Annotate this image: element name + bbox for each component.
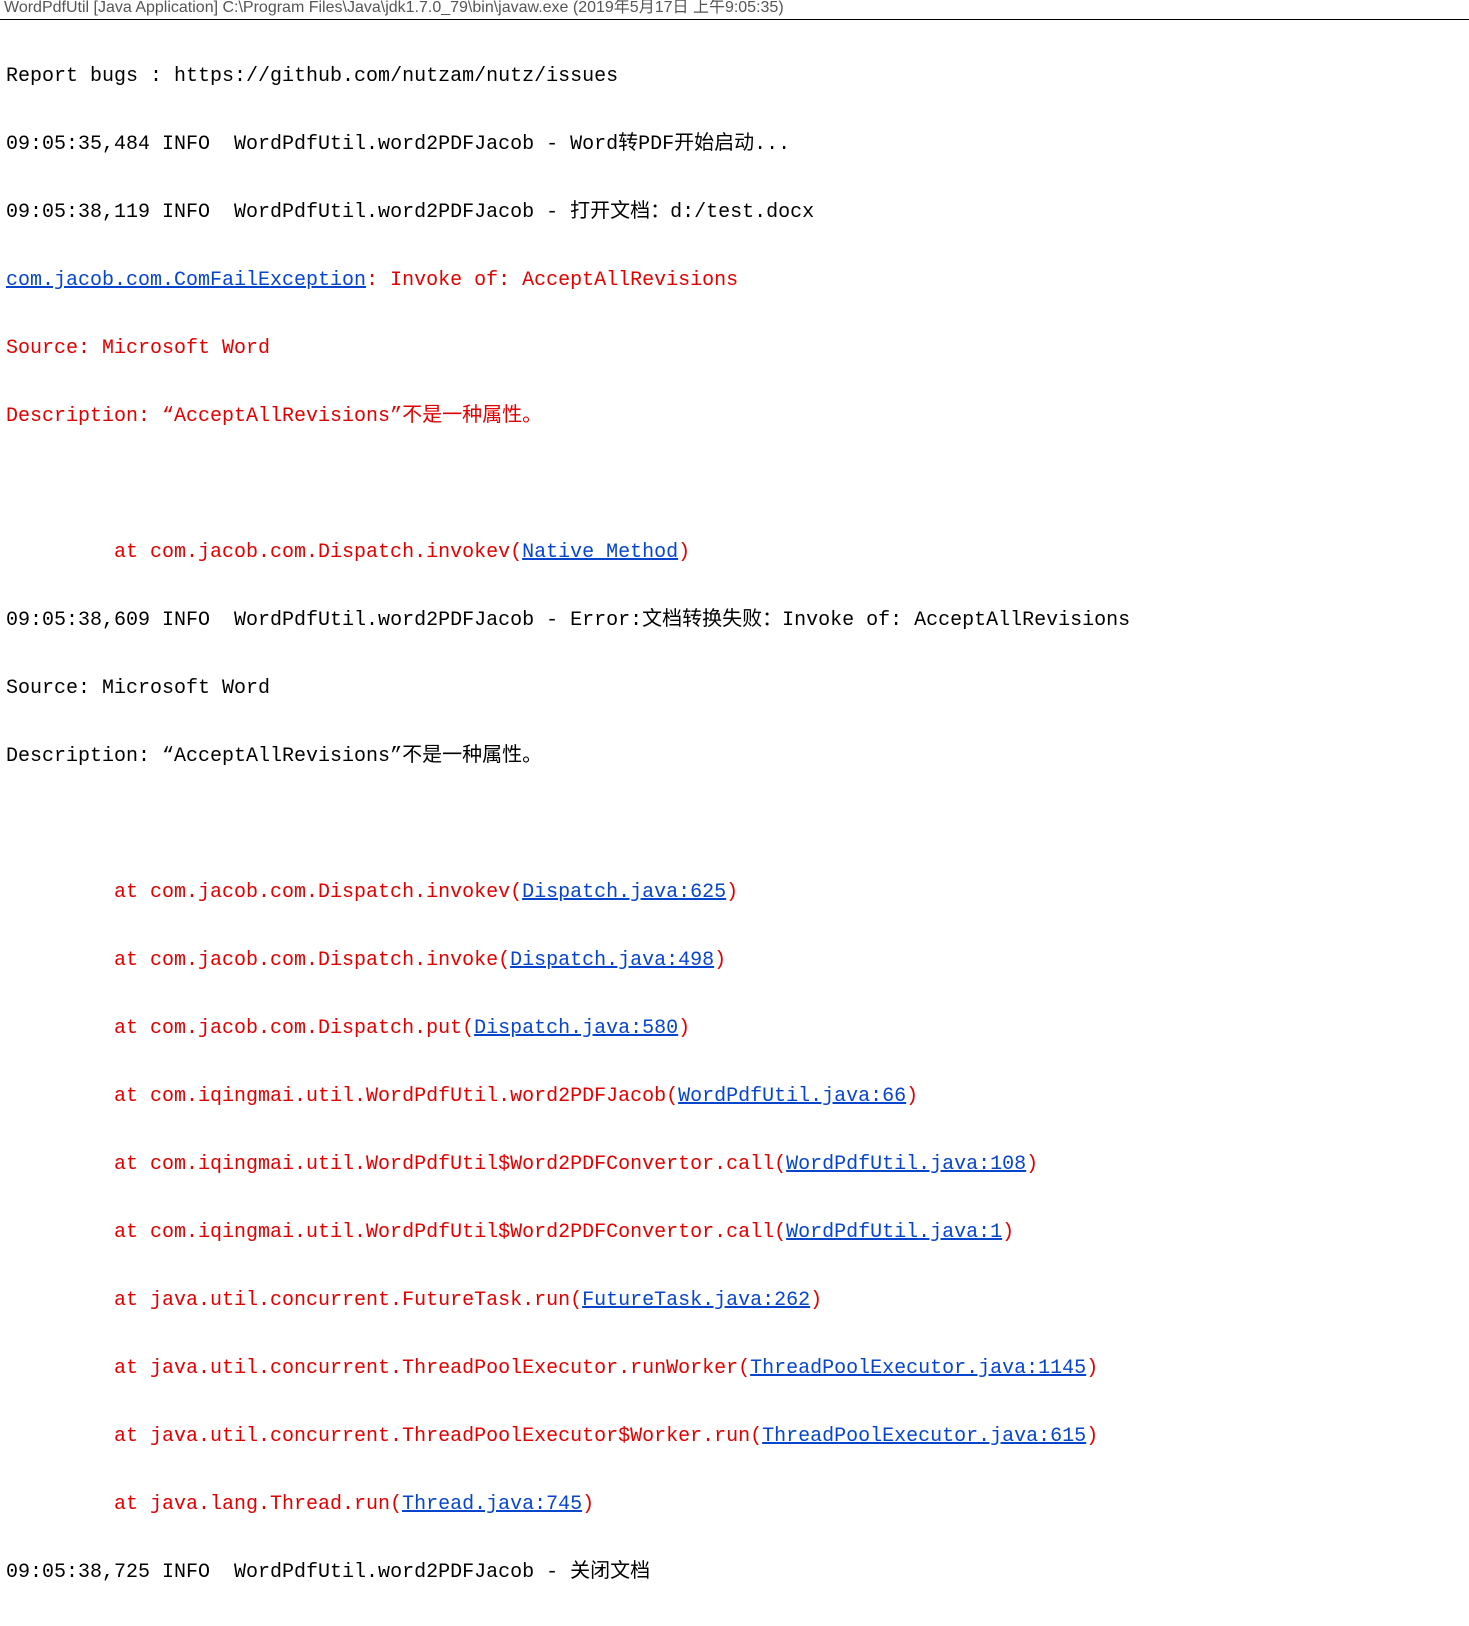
- exception-class-link[interactable]: com.jacob.com.ComFailException: [6, 269, 366, 292]
- source-link[interactable]: FutureTask.java:262: [582, 1289, 810, 1312]
- stack-suffix: ): [1086, 1425, 1098, 1448]
- stack-frame: at com.iqingmai.util.WordPdfUtil.word2PD…: [6, 1080, 1463, 1114]
- source-link[interactable]: WordPdfUtil.java:66: [678, 1085, 906, 1108]
- stack-suffix: ): [714, 949, 726, 972]
- source-link[interactable]: WordPdfUtil.java:1: [786, 1221, 1002, 1244]
- source-link[interactable]: Thread.java:745: [402, 1493, 582, 1516]
- console-output[interactable]: Report bugs : https://github.com/nutzam/…: [0, 20, 1469, 1626]
- exception-desc: Description: “AcceptAllRevisions”不是一种属性。: [6, 400, 1463, 434]
- log-line: Report bugs : https://github.com/nutzam/…: [6, 60, 1463, 94]
- source-link[interactable]: Dispatch.java:498: [510, 949, 714, 972]
- stack-suffix: ): [678, 541, 690, 564]
- source-link[interactable]: Dispatch.java:625: [522, 881, 726, 904]
- stack-frame: at com.jacob.com.Dispatch.put(Dispatch.j…: [6, 1012, 1463, 1046]
- log-line: Description: “AcceptAllRevisions”不是一种属性。: [6, 740, 1463, 774]
- stack-suffix: ): [906, 1085, 918, 1108]
- stack-prefix: at com.jacob.com.Dispatch.invokev(: [114, 541, 522, 564]
- stack-prefix: at java.util.concurrent.FutureTask.run(: [114, 1289, 582, 1312]
- stack-suffix: ): [1002, 1221, 1014, 1244]
- stack-suffix: ): [1026, 1153, 1038, 1176]
- stack-frame: at java.util.concurrent.FutureTask.run(F…: [6, 1284, 1463, 1318]
- source-link[interactable]: ThreadPoolExecutor.java:615: [762, 1425, 1086, 1448]
- stack-prefix: at com.iqingmai.util.WordPdfUtil$Word2PD…: [114, 1153, 786, 1176]
- stack-suffix: ): [726, 881, 738, 904]
- stack-prefix: at com.jacob.com.Dispatch.put(: [114, 1017, 474, 1040]
- stack-prefix: at com.jacob.com.Dispatch.invokev(: [114, 881, 522, 904]
- log-line: Source: Microsoft Word: [6, 672, 1463, 706]
- stack-prefix: at java.lang.Thread.run(: [114, 1493, 402, 1516]
- stack-frame: at com.jacob.com.Dispatch.invoke(Dispatc…: [6, 944, 1463, 978]
- source-link[interactable]: Dispatch.java:580: [474, 1017, 678, 1040]
- stack-suffix: ): [1086, 1357, 1098, 1380]
- log-line: 09:05:38,119 INFO WordPdfUtil.word2PDFJa…: [6, 196, 1463, 230]
- stack-prefix: at com.iqingmai.util.WordPdfUtil.word2PD…: [114, 1085, 678, 1108]
- blank-line: [6, 468, 1463, 502]
- log-line: 09:05:38,609 INFO WordPdfUtil.word2PDFJa…: [6, 604, 1463, 638]
- stack-frame: at com.jacob.com.Dispatch.invokev(Dispat…: [6, 876, 1463, 910]
- console-title-bar: WordPdfUtil [Java Application] C:\Progra…: [0, 0, 1469, 20]
- blank-line: [6, 808, 1463, 842]
- stack-suffix: ): [582, 1493, 594, 1516]
- stack-frame: at com.jacob.com.Dispatch.invokev(Native…: [6, 536, 1463, 570]
- stack-suffix: ): [810, 1289, 822, 1312]
- exception-line: com.jacob.com.ComFailException: Invoke o…: [6, 264, 1463, 298]
- stack-prefix: at com.iqingmai.util.WordPdfUtil$Word2PD…: [114, 1221, 786, 1244]
- stack-frame: at java.util.concurrent.ThreadPoolExecut…: [6, 1420, 1463, 1454]
- stack-suffix: ): [678, 1017, 690, 1040]
- stack-frame: at com.iqingmai.util.WordPdfUtil$Word2PD…: [6, 1216, 1463, 1250]
- exception-msg: : Invoke of: AcceptAllRevisions: [366, 269, 738, 292]
- source-link[interactable]: Native Method: [522, 541, 678, 564]
- stack-frame: at com.iqingmai.util.WordPdfUtil$Word2PD…: [6, 1148, 1463, 1182]
- log-line: 09:05:35,484 INFO WordPdfUtil.word2PDFJa…: [6, 128, 1463, 162]
- stack-prefix: at com.jacob.com.Dispatch.invoke(: [114, 949, 510, 972]
- stack-prefix: at java.util.concurrent.ThreadPoolExecut…: [114, 1425, 762, 1448]
- log-line: 09:05:38,725 INFO WordPdfUtil.word2PDFJa…: [6, 1556, 1463, 1590]
- source-link[interactable]: ThreadPoolExecutor.java:1145: [750, 1357, 1086, 1380]
- stack-frame: at java.util.concurrent.ThreadPoolExecut…: [6, 1352, 1463, 1386]
- stack-prefix: at java.util.concurrent.ThreadPoolExecut…: [114, 1357, 750, 1380]
- source-link[interactable]: WordPdfUtil.java:108: [786, 1153, 1026, 1176]
- stack-frame: at java.lang.Thread.run(Thread.java:745): [6, 1488, 1463, 1522]
- exception-source: Source: Microsoft Word: [6, 332, 1463, 366]
